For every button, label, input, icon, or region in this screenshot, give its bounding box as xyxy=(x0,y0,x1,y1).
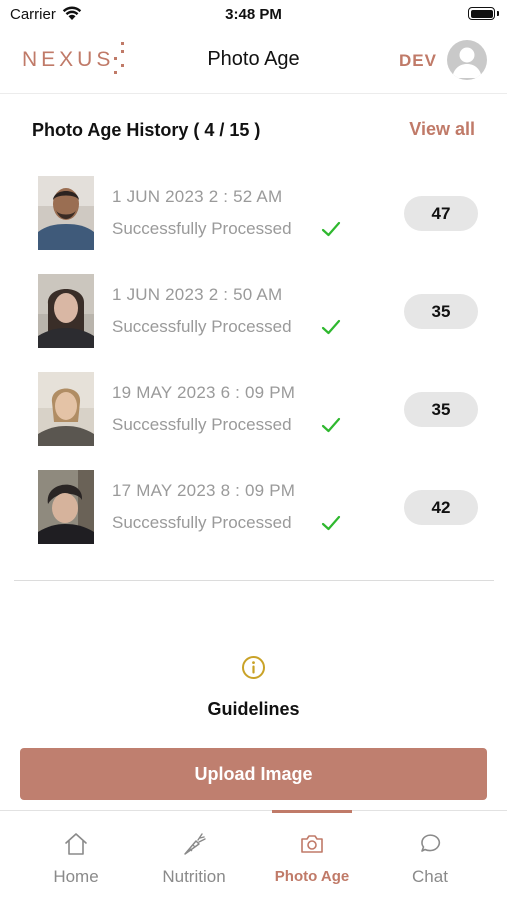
age-badge: 42 xyxy=(404,490,478,525)
view-all-link[interactable]: View all xyxy=(409,119,475,140)
check-icon xyxy=(321,221,341,237)
carrot-icon xyxy=(184,833,206,855)
tab-label: Chat xyxy=(412,867,448,886)
app-header: NEXUS Photo Age DEV xyxy=(0,30,507,94)
tab-photo-age[interactable]: Photo Age xyxy=(253,810,371,900)
tab-nutrition[interactable]: Nutrition xyxy=(135,811,253,900)
history-item[interactable]: 1 JUN 2023 2 : 52 AM Successfully Proces… xyxy=(0,176,507,274)
section-divider xyxy=(14,580,494,581)
photo-thumbnail xyxy=(38,176,94,250)
item-status: Successfully Processed xyxy=(112,219,292,238)
chat-bubble-icon xyxy=(421,834,441,852)
item-date: 1 JUN 2023 2 : 52 AM xyxy=(112,187,283,206)
item-status: Successfully Processed xyxy=(112,317,292,336)
history-title: Photo Age History ( 4 / 15 ) xyxy=(32,120,261,140)
camera-icon xyxy=(301,835,323,853)
active-tab-indicator xyxy=(272,810,352,813)
age-badge: 35 xyxy=(404,294,478,329)
tab-label: Photo Age xyxy=(274,868,350,885)
check-icon xyxy=(321,515,341,531)
battery-icon xyxy=(468,7,495,20)
photo-thumbnail xyxy=(38,372,94,446)
photo-thumbnail xyxy=(38,470,94,544)
history-item[interactable]: 19 MAY 2023 6 : 09 PM Successfully Proce… xyxy=(0,372,507,470)
tab-label: Home xyxy=(53,867,99,886)
item-date: 17 MAY 2023 8 : 09 PM xyxy=(112,481,296,500)
status-bar: Carrier 3:48 PM xyxy=(0,0,507,30)
item-date: 1 JUN 2023 2 : 50 AM xyxy=(112,285,283,304)
age-badge: 47 xyxy=(404,196,478,231)
home-icon xyxy=(65,833,87,855)
guidelines-label[interactable]: Guidelines xyxy=(0,699,507,720)
user-name[interactable]: DEV xyxy=(399,51,437,71)
tab-bar: Home Nutrition Photo Age Chat xyxy=(0,810,507,900)
history-item[interactable]: 17 MAY 2023 8 : 09 PM Successfully Proce… xyxy=(0,470,507,568)
item-status: Successfully Processed xyxy=(112,513,292,532)
item-date: 19 MAY 2023 6 : 09 PM xyxy=(112,383,296,402)
clock: 3:48 PM xyxy=(225,6,282,23)
info-icon[interactable] xyxy=(241,655,266,680)
tab-chat[interactable]: Chat xyxy=(371,811,489,900)
photo-thumbnail xyxy=(38,274,94,348)
history-header: Photo Age History ( 4 / 15 ) View all xyxy=(32,118,475,144)
history-item[interactable]: 1 JUN 2023 2 : 50 AM Successfully Proces… xyxy=(0,274,507,372)
age-badge: 35 xyxy=(404,392,478,427)
avatar[interactable] xyxy=(447,40,487,80)
upload-image-button[interactable]: Upload Image xyxy=(20,748,487,800)
tab-home[interactable]: Home xyxy=(17,811,135,900)
user-silhouette-icon xyxy=(452,47,482,78)
check-icon xyxy=(321,417,341,433)
battery-tip xyxy=(497,11,499,16)
check-icon xyxy=(321,319,341,335)
tab-label: Nutrition xyxy=(162,867,226,886)
item-status: Successfully Processed xyxy=(112,415,292,434)
history-list: 1 JUN 2023 2 : 52 AM Successfully Proces… xyxy=(0,176,507,568)
